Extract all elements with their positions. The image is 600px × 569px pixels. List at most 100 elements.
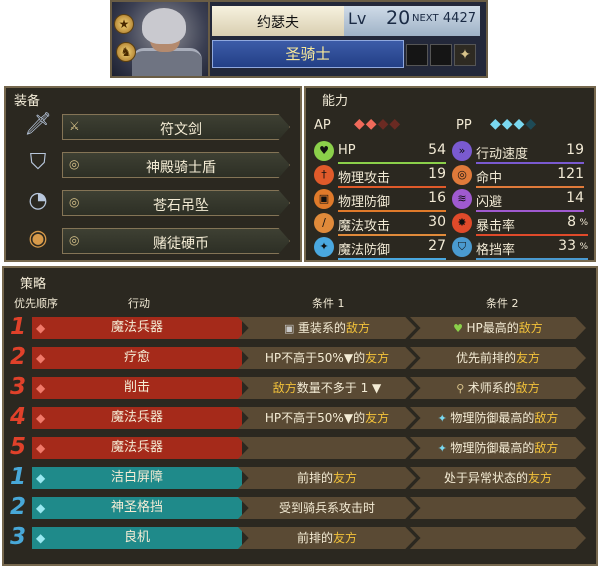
strategy-row[interactable]: 4 ◆ 魔法兵器 HP不高于50%▼的友方 ✦ 物理防御最高的敌方 — [6, 404, 588, 430]
strategy-row[interactable]: 2 ◆ 疗愈 HP不高于50%▼的友方 优先前排的友方 — [6, 344, 588, 370]
block-icon: ⛉ — [452, 237, 472, 257]
action-button[interactable]: ◆ 魔法兵器 — [32, 407, 242, 429]
action-button[interactable]: ◆ 魔法兵器 — [32, 437, 242, 459]
stat-evasion: ≋ 闪避 14 — [452, 188, 584, 212]
strategy-row[interactable]: 1 ◆ 魔法兵器 ▣ 重装系的敌方 ♥ HP最高的敌方 — [6, 314, 588, 340]
diamond-icon: ◆ — [36, 501, 46, 515]
strategy-row[interactable]: 5 ◆ 魔法兵器 ✦ 物理防御最高的敌方 — [6, 434, 588, 460]
empty-slot[interactable] — [430, 44, 452, 66]
pp-gems: ◆◆◆◆ — [490, 116, 537, 132]
condition-1[interactable]: 前排的友方 — [238, 527, 416, 549]
stat-value: 8 — [567, 214, 576, 230]
cond1-text: 重装系的 — [297, 321, 346, 335]
equipment-slot[interactable]: ◎ 苍石吊坠 — [62, 190, 290, 216]
condition-2[interactable] — [410, 527, 586, 549]
equipment-row[interactable]: 🗡 ⚔ 符文剑 — [14, 110, 296, 144]
empty-slot[interactable] — [406, 44, 428, 66]
ap-gem-icon: ◆ — [354, 116, 366, 132]
stat-value: 16 — [428, 190, 446, 206]
priority-number: 1 — [9, 314, 26, 340]
action-header: 行动 — [128, 297, 150, 310]
equipment-name: 苍石吊坠 — [153, 198, 209, 214]
strategy-row[interactable]: 3 ◆ 良机 前排的友方 — [6, 524, 588, 550]
condition-1[interactable]: 敌方数量不多于 1 ▼ — [238, 377, 416, 399]
stat-value: 121 — [557, 166, 584, 182]
stat-unit: % — [579, 242, 588, 252]
stat-value: 19 — [566, 142, 584, 158]
equipment-row[interactable]: ⛉ ◎ 神殿骑士盾 — [14, 148, 296, 182]
action-button[interactable]: ◆ 削击 — [32, 377, 242, 399]
armor-icon: ▣ — [284, 322, 298, 335]
coin-icon: ◉ — [28, 226, 48, 251]
cond2-target: 敌方 — [515, 381, 540, 395]
class-emblem-icon[interactable]: ✦ — [454, 44, 476, 66]
action-button[interactable]: ◆ 洁白屏障 — [32, 467, 242, 489]
priority-number: 3 — [9, 524, 26, 550]
equipment-slot[interactable]: ◎ 赌徒硬币 — [62, 228, 290, 254]
unit-portrait: ★ ♞ — [112, 2, 210, 76]
stat-accuracy: ◎ 命中 121 — [452, 164, 584, 188]
condition-1[interactable]: HP不高于50%▼的友方 — [238, 407, 416, 429]
ap-label: AP — [314, 118, 331, 133]
action-button[interactable]: ◆ 良机 — [32, 527, 242, 549]
stat-label: 魔法防御 — [338, 243, 391, 258]
action-label: 良机 — [123, 530, 150, 545]
action-label: 削击 — [123, 380, 150, 395]
condition-1[interactable]: 受到骑兵系攻击时 — [238, 497, 416, 519]
equipment-row[interactable]: ◔ ◎ 苍石吊坠 — [14, 186, 296, 220]
cond2-target: 敌方 — [534, 411, 559, 425]
ap-gem-empty-icon: ◆ — [377, 116, 390, 132]
condition-1[interactable]: 前排的友方 — [238, 467, 416, 489]
crit-icon: ✸ — [452, 213, 472, 233]
level-value: 20 — [386, 7, 411, 29]
stat-speed: » 行动速度 19 — [452, 140, 584, 164]
action-button[interactable]: ◆ 疗愈 — [32, 347, 242, 369]
stat-phys-def: ▣ 物理防御 16 — [314, 188, 446, 212]
cond1-target: 敌方 — [272, 381, 297, 395]
diamond-icon: ◆ — [36, 441, 46, 455]
equipment-slot[interactable]: ⚔ 符文剑 — [62, 114, 290, 140]
condition-1[interactable]: HP不高于50%▼的友方 — [238, 347, 416, 369]
strategy-row[interactable]: 2 ◆ 神圣格挡 受到骑兵系攻击时 — [6, 494, 588, 520]
portrait-hair — [142, 8, 186, 44]
strategy-title: 策略 — [20, 277, 47, 292]
diamond-icon: ◆ — [36, 321, 46, 335]
condition-1[interactable] — [238, 437, 416, 459]
action-button[interactable]: ◆ 魔法兵器 — [32, 317, 242, 339]
stat-label: 命中 — [476, 171, 503, 186]
cond2-text: HP最高的 — [466, 321, 519, 335]
stat-label: 格挡率 — [476, 243, 516, 258]
cond2-target: 友方 — [528, 471, 553, 485]
condition-2[interactable]: ✦ 物理防御最高的敌方 — [410, 437, 586, 459]
magic-def-icon: ✦ — [314, 237, 334, 257]
action-button[interactable]: ◆ 神圣格挡 — [32, 497, 242, 519]
cond2-header: 条件 2 — [486, 297, 519, 310]
strategy-row[interactable]: 3 ◆ 削击 敌方数量不多于 1 ▼ ⚲ 术师系的敌方 — [6, 374, 588, 400]
condition-2[interactable]: ⚲ 术师系的敌方 — [410, 377, 586, 399]
condition-2[interactable]: 处于异常状态的友方 — [410, 467, 586, 489]
diamond-icon: ◆ — [36, 471, 46, 485]
condition-2[interactable]: 优先前排的友方 — [410, 347, 586, 369]
stat-label: 暴击率 — [476, 219, 516, 234]
heart-icon: ♥ — [453, 322, 467, 335]
equipment-slot[interactable]: ◎ 神殿骑士盾 — [62, 152, 290, 178]
class-medal-icon: ♞ — [116, 42, 136, 62]
staff-icon: ⚲ — [456, 382, 468, 395]
action-label: 神圣格挡 — [110, 500, 163, 515]
condition-1[interactable]: ▣ 重装系的敌方 — [238, 317, 416, 339]
stat-label: 物理攻击 — [338, 171, 391, 186]
condition-2[interactable] — [410, 497, 586, 519]
cond2-text: 优先前排的 — [455, 351, 516, 365]
unit-name: 约瑟夫 — [257, 15, 299, 31]
cond1-text: HP不高于50%▼的 — [264, 351, 366, 365]
priority-header: 优先顺序 — [14, 297, 58, 310]
action-label: 魔法兵器 — [110, 410, 163, 425]
diamond-icon: ◆ — [36, 381, 46, 395]
equipment-row[interactable]: ◉ ◎ 赌徒硬币 — [14, 224, 296, 258]
strategy-row[interactable]: 1 ◆ 洁白屏障 前排的友方 处于异常状态的友方 — [6, 464, 588, 490]
portrait-armor — [132, 48, 202, 76]
condition-2[interactable]: ♥ HP最高的敌方 — [410, 317, 586, 339]
stat-hp: ♥ HP 54 — [314, 140, 446, 164]
condition-2[interactable]: ✦ 物理防御最高的敌方 — [410, 407, 586, 429]
class-name: 圣骑士 — [212, 40, 404, 68]
